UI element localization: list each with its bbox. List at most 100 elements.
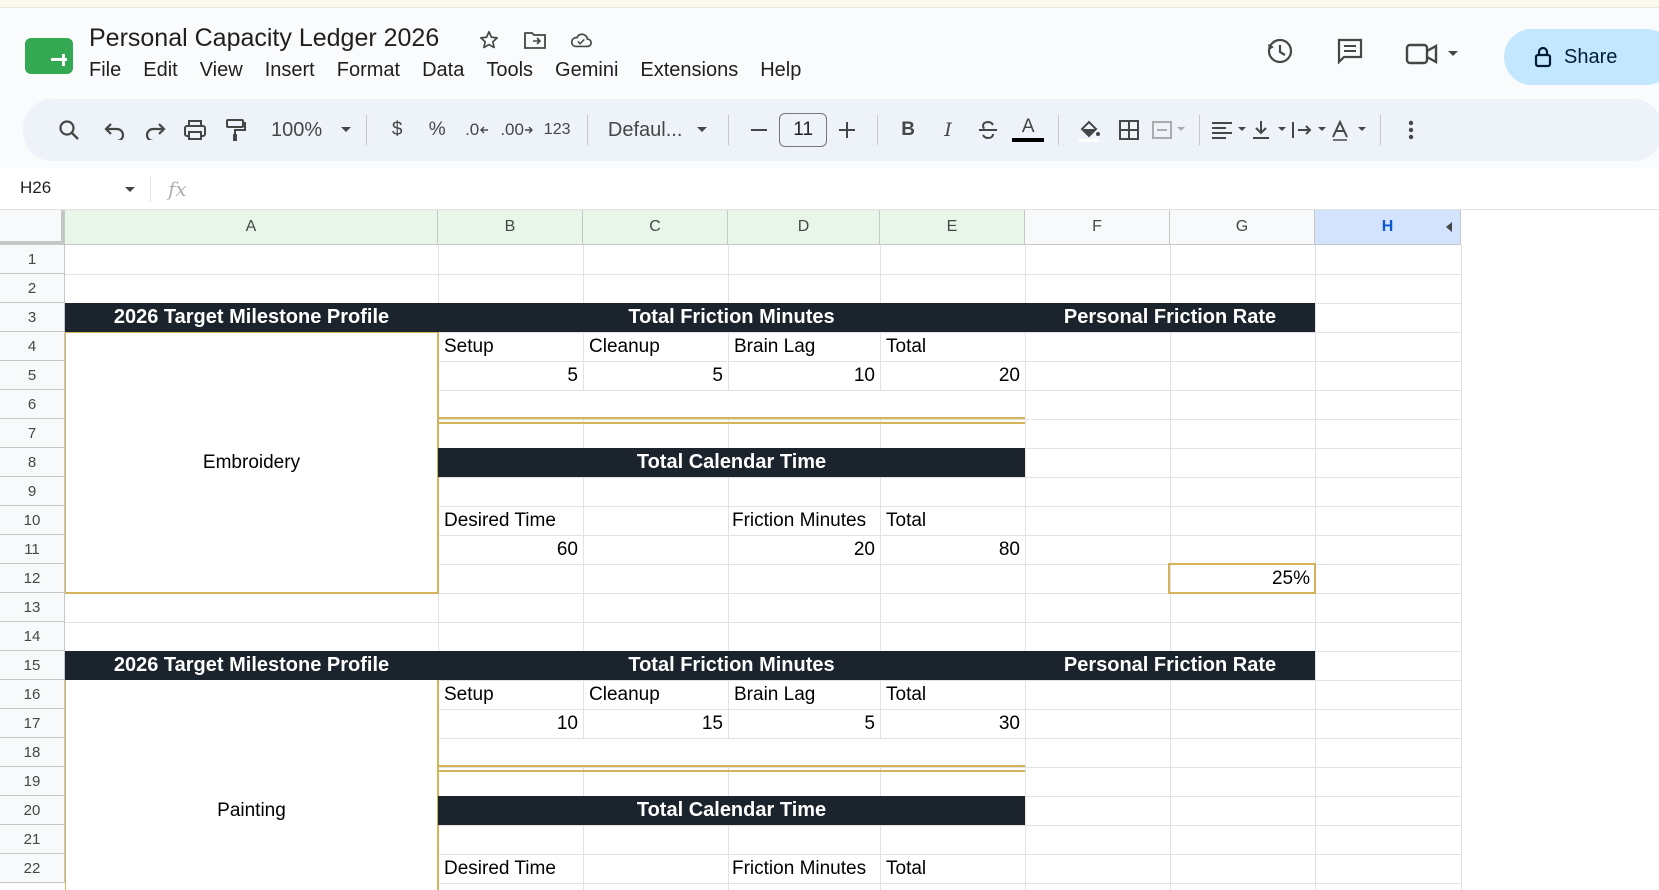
document-title[interactable]: Personal Capacity Ledger 2026 bbox=[89, 24, 439, 53]
setup-value[interactable]: 5 bbox=[438, 361, 583, 390]
text-wrapping-icon[interactable] bbox=[1290, 110, 1330, 150]
calendar-time-header[interactable]: Total Calendar Time bbox=[438, 448, 1025, 477]
friction-total-value[interactable]: 20 bbox=[880, 361, 1025, 390]
row-header-20[interactable]: 20 bbox=[0, 796, 65, 825]
friction-rate-header[interactable]: Personal Friction Rate bbox=[1025, 303, 1315, 332]
undo-icon[interactable] bbox=[95, 110, 135, 150]
menu-help[interactable]: Help bbox=[760, 59, 801, 82]
activity-name[interactable]: Painting bbox=[65, 796, 438, 825]
calendar-friction-value[interactable]: 20 bbox=[728, 535, 880, 564]
percent-format-button[interactable]: % bbox=[417, 110, 457, 150]
desired-time-label[interactable]: Desired Time bbox=[438, 506, 583, 535]
calendar-total-label[interactable]: Total bbox=[880, 506, 1025, 535]
more-formats-button[interactable]: 123 bbox=[537, 110, 577, 150]
name-box-dropdown-icon[interactable] bbox=[124, 186, 136, 194]
row-header-22[interactable]: 22 bbox=[0, 854, 65, 883]
star-icon[interactable] bbox=[477, 28, 501, 52]
spreadsheet-grid[interactable]: A B C D E F G H 1 2 3 4 5 6 7 8 9 10 11 … bbox=[0, 210, 1659, 890]
name-box[interactable]: H26 bbox=[20, 178, 51, 198]
row-header-10[interactable]: 10 bbox=[0, 506, 65, 535]
menu-extensions[interactable]: Extensions bbox=[640, 59, 738, 82]
row-header-15[interactable]: 15 bbox=[0, 651, 65, 680]
row-header-7[interactable]: 7 bbox=[0, 419, 65, 448]
row-header-2[interactable]: 2 bbox=[0, 274, 65, 303]
menu-file[interactable]: File bbox=[89, 59, 121, 82]
milestone-profile-header[interactable]: 2026 Target Milestone Profile bbox=[65, 303, 438, 332]
font-select[interactable]: Defaul... bbox=[598, 110, 718, 150]
menu-edit[interactable]: Edit bbox=[143, 59, 177, 82]
menu-format[interactable]: Format bbox=[337, 59, 400, 82]
print-icon[interactable] bbox=[175, 110, 215, 150]
row-header-14[interactable]: 14 bbox=[0, 622, 65, 651]
row-header-19[interactable]: 19 bbox=[0, 767, 65, 796]
calendar-time-header[interactable]: Total Calendar Time bbox=[438, 796, 1025, 825]
column-header-h[interactable]: H bbox=[1315, 210, 1461, 245]
strikethrough-icon[interactable] bbox=[968, 110, 1008, 150]
version-history-icon[interactable] bbox=[1265, 36, 1295, 71]
desired-time-value[interactable]: 60 bbox=[438, 535, 583, 564]
friction-total-value[interactable]: 30 bbox=[880, 709, 1025, 738]
row-header-18[interactable]: 18 bbox=[0, 738, 65, 767]
column-header-b[interactable]: B bbox=[438, 210, 583, 245]
sheets-logo-icon[interactable] bbox=[25, 38, 73, 74]
italic-button[interactable]: I bbox=[928, 110, 968, 150]
comments-icon[interactable] bbox=[1335, 36, 1365, 71]
menu-tools[interactable]: Tools bbox=[486, 59, 533, 82]
column-header-g[interactable]: G bbox=[1170, 210, 1315, 245]
setup-value[interactable]: 10 bbox=[438, 709, 583, 738]
column-collapse-icon[interactable] bbox=[1446, 222, 1452, 232]
calendar-friction-label[interactable]: Friction Minutes bbox=[728, 854, 880, 883]
redo-icon[interactable] bbox=[135, 110, 175, 150]
cleanup-label[interactable]: Cleanup bbox=[583, 332, 728, 361]
menu-data[interactable]: Data bbox=[422, 59, 464, 82]
brain-lag-value[interactable]: 5 bbox=[728, 709, 880, 738]
borders-icon[interactable] bbox=[1109, 110, 1149, 150]
brain-lag-value[interactable]: 10 bbox=[728, 361, 880, 390]
brain-lag-label[interactable]: Brain Lag bbox=[728, 332, 880, 361]
move-folder-icon[interactable] bbox=[523, 28, 547, 52]
menu-gemini[interactable]: Gemini bbox=[555, 59, 618, 82]
setup-label[interactable]: Setup bbox=[438, 680, 583, 709]
text-color-button[interactable]: A bbox=[1008, 110, 1048, 150]
friction-total-label[interactable]: Total bbox=[880, 680, 1025, 709]
cleanup-label[interactable]: Cleanup bbox=[583, 680, 728, 709]
increase-decimal-button[interactable]: .00 bbox=[497, 110, 537, 150]
decrease-decimal-button[interactable]: .0 bbox=[457, 110, 497, 150]
friction-minutes-header[interactable]: Total Friction Minutes bbox=[438, 651, 1025, 680]
friction-minutes-header[interactable]: Total Friction Minutes bbox=[438, 303, 1025, 332]
row-header-9[interactable]: 9 bbox=[0, 477, 65, 506]
select-all-corner[interactable] bbox=[0, 210, 65, 245]
friction-rate-header[interactable]: Personal Friction Rate bbox=[1025, 651, 1315, 680]
text-rotation-icon[interactable] bbox=[1330, 110, 1370, 150]
milestone-profile-header[interactable]: 2026 Target Milestone Profile bbox=[65, 651, 438, 680]
column-header-d[interactable]: D bbox=[728, 210, 880, 245]
row-header-21[interactable]: 21 bbox=[0, 825, 65, 854]
row-header-1[interactable]: 1 bbox=[0, 245, 65, 274]
calendar-total-label[interactable]: Total bbox=[880, 854, 1025, 883]
share-button[interactable]: Share bbox=[1504, 29, 1659, 85]
row-header-6[interactable]: 6 bbox=[0, 390, 65, 419]
calendar-total-value[interactable]: 80 bbox=[880, 535, 1025, 564]
vertical-align-icon[interactable] bbox=[1250, 110, 1290, 150]
cloud-saved-icon[interactable] bbox=[569, 28, 593, 52]
column-header-e[interactable]: E bbox=[880, 210, 1025, 245]
fill-color-icon[interactable] bbox=[1069, 110, 1109, 150]
row-header-8[interactable]: 8 bbox=[0, 448, 65, 477]
meet-dropdown-icon[interactable] bbox=[1447, 50, 1459, 58]
decrease-font-size-button[interactable] bbox=[739, 110, 779, 150]
row-header-4[interactable]: 4 bbox=[0, 332, 65, 361]
row-header-16[interactable]: 16 bbox=[0, 680, 65, 709]
meet-icon[interactable] bbox=[1405, 41, 1459, 67]
merged-activity-cell[interactable] bbox=[65, 680, 438, 890]
column-header-c[interactable]: C bbox=[583, 210, 728, 245]
cleanup-value[interactable]: 15 bbox=[583, 709, 728, 738]
more-options-icon[interactable] bbox=[1391, 110, 1431, 150]
horizontal-align-icon[interactable] bbox=[1210, 110, 1250, 150]
desired-time-label[interactable]: Desired Time bbox=[438, 854, 583, 883]
search-menus-icon[interactable] bbox=[49, 110, 89, 150]
merge-cells-icon[interactable] bbox=[1149, 110, 1189, 150]
menu-view[interactable]: View bbox=[200, 59, 243, 82]
row-header-12[interactable]: 12 bbox=[0, 564, 65, 593]
menu-insert[interactable]: Insert bbox=[265, 59, 315, 82]
row-header-13[interactable]: 13 bbox=[0, 593, 65, 622]
